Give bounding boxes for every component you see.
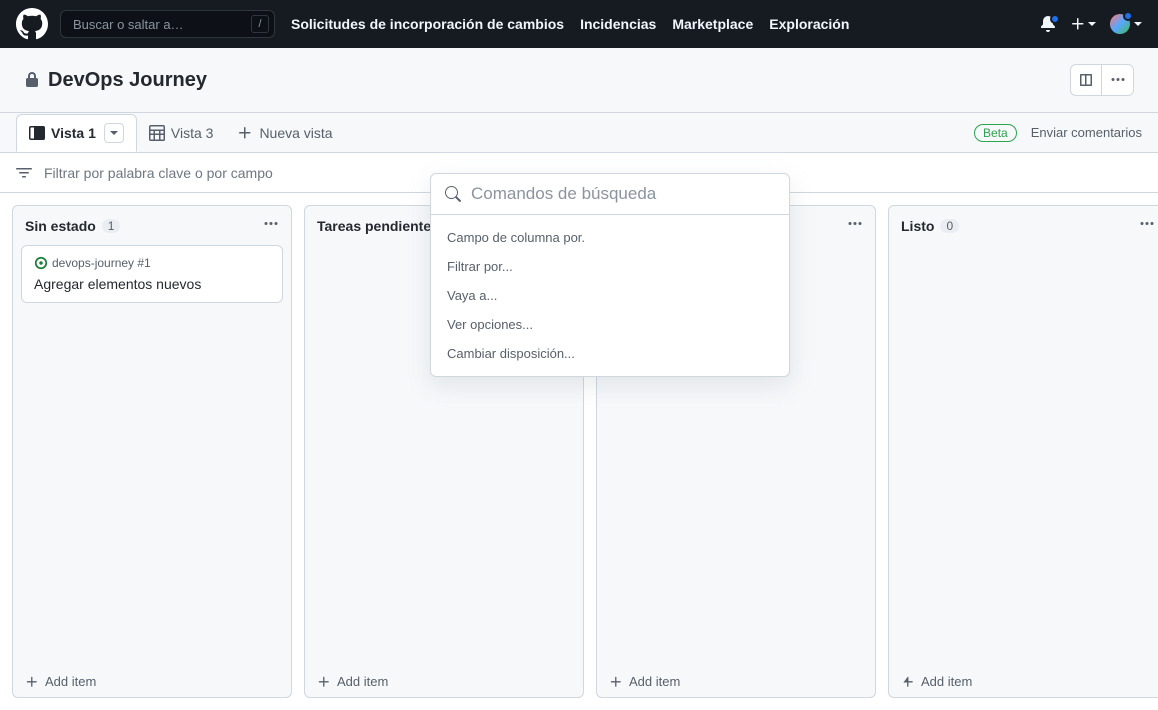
nav-marketplace[interactable]: Marketplace [672,16,753,32]
card-ref: devops-journey #1 [52,256,151,270]
nav-explore[interactable]: Exploración [769,16,849,32]
board-layout-icon [29,125,45,141]
plus-icon [25,675,39,689]
views-bar-right: Beta Enviar comentarios [974,124,1142,142]
column-body: devops-journey #1 Agregar elementos nuev… [13,245,291,666]
chevron-down-icon [110,131,118,135]
column-body [889,245,1158,666]
table-layout-icon [149,125,165,141]
chevron-down-icon [1134,22,1142,26]
chevron-down-icon [1088,22,1096,26]
sidebar-expand-icon [1078,72,1094,88]
create-new-menu[interactable] [1070,16,1096,32]
command-item[interactable]: Vaya a... [431,281,789,310]
command-item[interactable]: Ver opciones... [431,310,789,339]
command-list: Campo de columna por. Filtrar por... Vay… [431,215,789,376]
add-item-button[interactable]: Add item [305,666,583,697]
column-header: Sin estado 1 [13,206,291,245]
command-palette: Campo de columna por. Filtrar por... Vay… [430,173,790,377]
plus-icon [901,675,915,689]
project-title: DevOps Journey [48,69,207,92]
card-meta: devops-journey #1 [34,256,270,270]
add-item-label: Add item [629,674,680,689]
column-more-button[interactable] [847,216,863,235]
view-options-dropdown[interactable] [104,123,124,143]
kebab-icon [847,216,863,232]
command-item[interactable]: Filtrar por... [431,252,789,281]
new-view-button[interactable]: Nueva vista [225,117,344,149]
view-tab-label: Vista 1 [51,125,96,141]
status-indicator [1123,11,1133,21]
search-slash-hint: / [251,15,269,33]
search-input[interactable] [60,10,275,38]
plus-icon [1070,16,1086,32]
notifications-button[interactable] [1040,16,1056,32]
command-item[interactable]: Cambiar disposición... [431,339,789,368]
plus-icon [237,125,253,141]
issue-open-icon [34,256,48,270]
add-item-label: Add item [337,674,388,689]
search-icon [445,186,461,202]
github-logo-icon[interactable] [16,8,48,40]
global-search: / [60,10,275,38]
add-item-button[interactable]: Add item [13,666,291,697]
column-more-button[interactable] [263,216,279,235]
column-count-badge: 1 [102,219,121,233]
view-tab-label: Vista 3 [171,125,214,141]
card[interactable]: devops-journey #1 Agregar elementos nuev… [21,245,283,303]
project-more-button[interactable] [1102,64,1134,96]
add-item-label: Add item [45,674,96,689]
project-header-actions [1070,64,1134,96]
board-column: Listo 0 Add item [888,205,1158,698]
column-title: Sin estado [25,218,96,234]
header-actions [1040,14,1142,34]
add-item-button[interactable]: Add item [597,666,875,697]
filter-icon [16,165,32,181]
add-item-button[interactable]: Add item [889,666,1158,697]
user-menu[interactable] [1110,14,1142,34]
views-bar: Vista 1 Vista 3 Nueva vista Beta Enviar … [0,113,1158,153]
column-header: Listo 0 [889,206,1158,245]
kebab-icon [263,216,279,232]
column-count-badge: 0 [940,219,959,233]
nav-issues[interactable]: Incidencias [580,16,656,32]
command-item[interactable]: Campo de columna por. [431,223,789,252]
notification-indicator [1050,14,1060,24]
plus-icon [317,675,331,689]
board-column: Sin estado 1 devops-journey #1 Agregar e… [12,205,292,698]
avatar [1110,14,1130,34]
beta-badge: Beta [974,124,1017,142]
feedback-link[interactable]: Enviar comentarios [1031,125,1142,140]
nav-pull-requests[interactable]: Solicitudes de incorporación de cambios [291,16,564,32]
command-search-row [431,174,789,215]
plus-icon [609,675,623,689]
view-tab-2[interactable]: Vista 3 [137,117,226,149]
new-view-label: Nueva vista [259,125,332,141]
view-tab-1[interactable]: Vista 1 [16,114,137,152]
panel-toggle-button[interactable] [1070,64,1102,96]
column-more-button[interactable] [1139,216,1155,235]
kebab-icon [1110,72,1126,88]
add-item-label: Add item [921,674,972,689]
kebab-icon [1139,216,1155,232]
column-title: Tareas pendientes [317,218,439,234]
global-header: / Solicitudes de incorporación de cambio… [0,0,1158,48]
lock-icon [24,72,40,88]
column-title: Listo [901,218,934,234]
project-header: DevOps Journey [0,48,1158,113]
command-search-input[interactable] [471,184,775,204]
primary-nav: Solicitudes de incorporación de cambios … [291,16,849,32]
card-title: Agregar elementos nuevos [34,276,270,292]
